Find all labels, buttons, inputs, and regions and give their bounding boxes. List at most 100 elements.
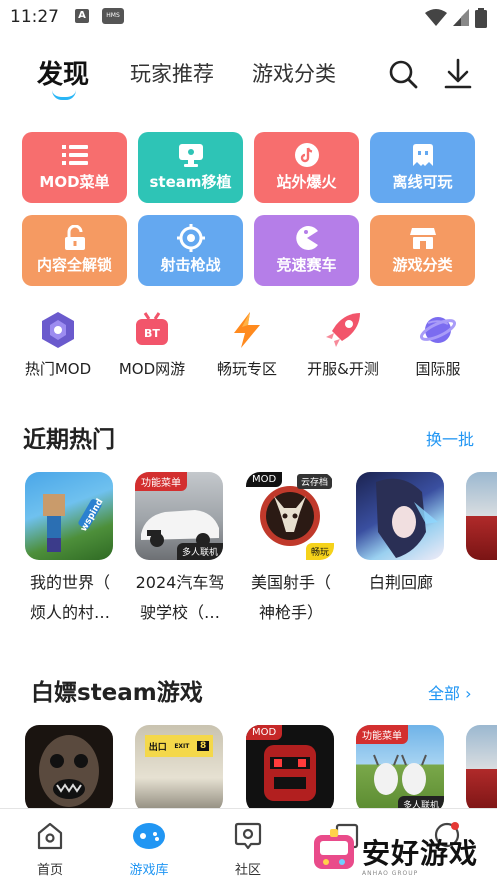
tab-player-recommend[interactable]: 玩家推荐	[130, 58, 214, 88]
recent-games-row: wspind 我的世界（ 烦人的村… 功能菜单 多人联机 2024汽车驾 驶学校（……	[0, 472, 497, 632]
section-title-recent: 近期热门	[23, 427, 115, 453]
svg-text:BT: BT	[144, 327, 160, 340]
exit-sign: 出口 EXIT 8	[145, 735, 213, 757]
game-card[interactable]: MOD	[246, 725, 336, 808]
refresh-batch-link[interactable]: 换一批	[426, 426, 474, 450]
monitor-icon	[178, 143, 204, 167]
nav-home[interactable]: 首页	[15, 819, 85, 878]
unlock-icon	[63, 225, 87, 250]
game-name: 我的世界（ 烦人的村…	[29, 573, 110, 622]
nav-label: 社区	[234, 863, 261, 878]
category-label: 竞速赛车	[276, 256, 337, 274]
shortcut-label: 开服&开测	[307, 360, 379, 378]
category-label: steam移植	[149, 173, 232, 191]
game-thumbnail	[466, 725, 497, 808]
game-thumbnail: wspind	[25, 472, 113, 560]
game-card[interactable]	[466, 725, 497, 808]
tag-function-menu: 功能菜单	[135, 472, 187, 491]
category-label: 站外爆火	[276, 173, 337, 191]
download-icon[interactable]	[443, 58, 473, 90]
game-card[interactable]: 功能菜单 多人联机	[356, 725, 446, 808]
ghost-icon	[411, 143, 435, 167]
game-name: 2024汽车驾 驶学校（…	[135, 573, 225, 622]
shortcut-label: 国际服	[415, 360, 461, 378]
top-tabs: 发现 玩家推荐 游戏分类	[0, 50, 497, 106]
shortcut-hot-mod[interactable]: 热门MOD	[13, 310, 103, 379]
nav-label: 游戏库	[129, 863, 169, 878]
category-label: 游戏分类	[392, 256, 453, 274]
shortcut-label: 热门MOD	[24, 360, 92, 378]
list-icon	[61, 143, 88, 167]
store-icon	[409, 226, 436, 250]
game-card[interactable]: 卡	[466, 472, 497, 598]
chevron-right-icon: ›	[465, 684, 472, 703]
game-thumbnail: MOD	[246, 725, 334, 808]
shortcut-mod-online[interactable]: BT MOD网游	[107, 310, 197, 379]
tag-multiplayer: 多人联机	[176, 543, 223, 560]
game-name: 美国射手（ 神枪手）	[250, 573, 331, 622]
category-viral-hits[interactable]: 站外爆火	[254, 132, 359, 203]
chat-icon	[213, 819, 283, 853]
game-thumbnail: 出口 EXIT 8	[135, 725, 223, 808]
tag-smooth-play: 畅玩	[305, 543, 334, 560]
shortcut-server-open[interactable]: 开服&开测	[298, 310, 388, 379]
game-card[interactable]	[25, 725, 115, 808]
bt-box-icon: BT	[132, 310, 172, 350]
category-game-types[interactable]: 游戏分类	[370, 215, 475, 286]
game-card[interactable]: 白荆回廊	[356, 472, 446, 598]
tag-multiplayer: 多人联机	[397, 796, 444, 808]
tab-active-indicator	[52, 90, 76, 100]
status-bar: 11:27 A HMS	[0, 0, 497, 34]
category-label: 离线可玩	[392, 173, 453, 191]
gamepad-icon	[114, 819, 184, 853]
brand-watermark: 安好游戏 ANHAO GROUP	[312, 826, 492, 878]
crosshair-icon	[176, 224, 205, 252]
nav-game-library[interactable]: 游戏库	[114, 819, 184, 878]
category-steam-port[interactable]: steam移植	[138, 132, 243, 203]
shortcut-label: MOD网游	[118, 360, 186, 378]
category-grid: MOD菜单 steam移植 站外爆火 离线可玩 内容全解锁 射击枪战 竞速赛车 …	[22, 132, 477, 286]
tab-game-category[interactable]: 游戏分类	[252, 58, 336, 88]
category-offline[interactable]: 离线可玩	[370, 132, 475, 203]
game-thumbnail	[356, 472, 444, 560]
see-all-link[interactable]: 全部 ›	[428, 680, 472, 704]
watermark-subtext: ANHAO GROUP	[362, 870, 419, 877]
lightning-icon	[227, 310, 267, 350]
game-thumbnail: 功能菜单 多人联机	[135, 472, 223, 560]
steam-games-row: 出口 EXIT 8 MOD 功能菜单 多人联机	[0, 725, 497, 808]
category-unlock-all[interactable]: 内容全解锁	[22, 215, 127, 286]
game-card[interactable]: MOD 云存档 畅玩 美国射手（ 神枪手）	[246, 472, 336, 628]
category-label: 内容全解锁	[36, 256, 112, 274]
battery-icon	[475, 8, 487, 28]
category-label: MOD菜单	[39, 173, 110, 191]
tab-discover[interactable]: 发现	[37, 54, 89, 91]
game-card[interactable]: 出口 EXIT 8	[135, 725, 225, 808]
nav-community[interactable]: 社区	[213, 819, 283, 878]
category-label: 射击枪战	[160, 256, 221, 274]
shortcut-play-zone[interactable]: 畅玩专区	[202, 310, 292, 379]
category-racing[interactable]: 竞速赛车	[254, 215, 359, 286]
planet-icon	[418, 310, 458, 350]
search-icon[interactable]	[387, 58, 419, 90]
console-logo-icon	[314, 829, 354, 869]
home-icon	[15, 819, 85, 853]
wifi-icon	[425, 9, 447, 26]
tag-function-menu: 功能菜单	[356, 725, 408, 744]
game-card[interactable]: 功能菜单 多人联机 2024汽车驾 驶学校（…	[135, 472, 225, 628]
game-thumbnail	[466, 472, 497, 560]
shortcut-row: 热门MOD BT MOD网游 畅玩专区 开服&开测 国际服	[0, 310, 497, 384]
tag-cloud-save: 云存档	[296, 474, 332, 489]
tiktok-icon	[294, 143, 319, 167]
rocket-icon	[323, 310, 363, 350]
shortcut-international[interactable]: 国际服	[393, 310, 483, 379]
category-shooter[interactable]: 射击枪战	[138, 215, 243, 286]
status-right-icons	[425, 8, 487, 28]
section-title-steam: 白嫖steam游戏	[31, 680, 203, 706]
status-time: 11:27	[10, 7, 59, 27]
game-name: 卡	[461, 568, 497, 598]
pacman-icon	[294, 226, 320, 250]
tag-mod: MOD	[246, 725, 283, 740]
game-card[interactable]: wspind 我的世界（ 烦人的村…	[25, 472, 115, 628]
category-mod-menu[interactable]: MOD菜单	[22, 132, 127, 203]
nav-label: 首页	[36, 863, 63, 878]
